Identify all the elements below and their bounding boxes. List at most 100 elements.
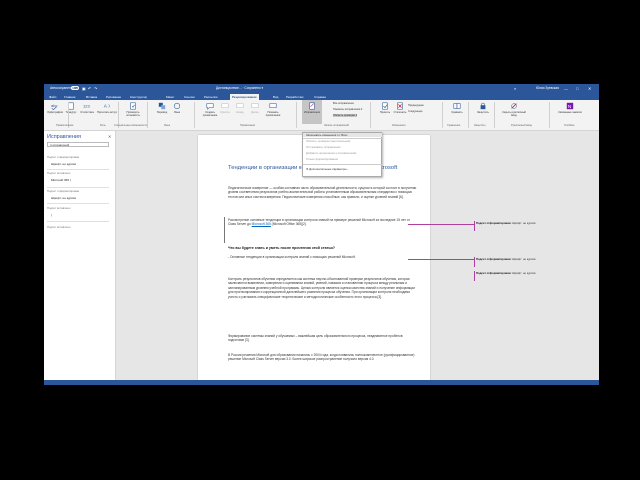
divider [47,169,109,170]
revision-item[interactable]: Подсет отформатирован Шрифт: не курсив [47,155,109,166]
hide-ink-button[interactable]: Скрыть рукописный ввод [499,102,529,117]
redo-icon[interactable]: ↷ [94,86,97,91]
tab-file[interactable]: Файл [49,95,56,99]
ribbon-separator [468,102,469,128]
autosave-toggle[interactable]: Откл [71,86,79,91]
paragraph: Педагогическое измерение — особая состав… [228,186,417,199]
maximize-button[interactable]: □ [576,86,578,91]
group-language: Язык [164,124,171,127]
reviewing-pane-menu[interactable]: Область проверки ▾ [333,114,358,117]
group-tracking: Запись исправлений [324,124,349,127]
word-count-button[interactable]: 123 Статистика [76,102,98,114]
dropdown-item-track[interactable]: Отслеживать исправления [306,145,341,149]
dropdown-item-format[interactable]: Только форматирование [306,157,338,161]
linked-notes-button[interactable]: N Связанные заметки [556,102,584,114]
balloon-bar [474,257,475,267]
search-icon[interactable]: ⌕ [514,86,516,91]
paragraph: Формирование системы знаний у обучаемых … [228,334,403,343]
group-compare: Сравнение [447,124,461,127]
check-accessibility-button[interactable]: Проверить читаемость [122,102,144,117]
ribbon-review: abc Орфография Тезаурус 123 Статистика A… [44,100,599,131]
revision-item[interactable]: Подсет отформатирован Шрифт: не курсив [47,189,109,200]
group-proofing: Правописание [56,124,74,127]
language-button[interactable]: Язык [166,102,188,114]
close-button[interactable]: ✕ [588,86,591,91]
paragraph: В Россия решения Microsoft для образован… [228,353,415,362]
compare-icon [453,103,461,109]
paragraph: Рассмотрение основные тенденции в органи… [228,218,410,227]
svg-text:123: 123 [83,104,90,109]
close-icon[interactable]: ✕ [108,134,111,139]
group-ink: Рукописный ввод [511,124,532,127]
tab-help[interactable]: Справка [314,95,326,99]
paragraph: - Основные тенденции в организации контр… [228,255,356,259]
balloon-format[interactable]: Подсет отформатирован: Шрифт: не курсив [476,221,576,225]
track-changes-dropdown: Записывать изменения от: Всех Область пр… [302,132,382,177]
markup-select[interactable]: Все исправления [333,102,354,105]
balloon-format[interactable]: Подсет отформатирован: Шрифт: не курсив [476,257,576,261]
group-accessibility: Специальные возможности [114,124,148,127]
balloon-bar [474,221,475,231]
accept-icon [382,102,388,110]
track-changes-button[interactable]: Исправления [302,100,322,124]
word-count-icon: 123 [83,104,90,109]
dropdown-item-more[interactable]: ⚙ Дополнительные параметры... [306,167,349,171]
revision-item[interactable]: Подсет вставлено [47,225,109,229]
tab-layout[interactable]: Макет [166,95,175,99]
revisions-filter[interactable]: 4 исправлений [47,142,109,147]
tab-design[interactable]: Конструктор [130,95,147,99]
tab-draw[interactable]: Рисование [106,95,121,99]
compare-button[interactable]: Сравнить [446,102,468,114]
ribbon-tabs: Файл Главная Вставка Рисование Конструкт… [44,93,599,100]
group-speech: Речь [100,124,106,127]
balloon-format[interactable]: Подсет отформатирован: Шрифт: не курсив [476,271,576,275]
lock-icon [480,102,486,110]
reject-icon [397,102,403,110]
hide-ink-icon [511,103,517,109]
tab-view[interactable]: Вид [273,95,278,99]
undo-icon[interactable]: ↶ [88,86,91,91]
tab-developer[interactable]: Разработчик [286,95,304,99]
previous-comment-icon [236,103,244,108]
word-window: Автосохранение Откл ▣ ↶ ↷ Дистанционное.… [44,84,599,385]
ribbon-separator [296,102,297,128]
save-icon[interactable]: ▣ [82,86,86,91]
read-aloud-button[interactable]: A Прочитать вслух [96,102,118,114]
protect-button[interactable]: Защитить [472,102,494,114]
ribbon-separator [549,102,550,128]
group-changes: Изменения [392,124,406,127]
show-comments-icon [269,103,277,108]
balloon-connector [408,259,474,260]
translate-icon [158,102,166,110]
tab-references[interactable]: Ссылки [184,95,195,99]
tab-insert[interactable]: Вставка [86,95,97,99]
microsoft-365-link[interactable]: Microsoft 365 [252,222,271,226]
dropdown-item-pane[interactable]: Область проверки (вертикальная) [306,139,350,143]
status-bar [44,380,599,385]
spelling-icon: abc [51,103,57,110]
read-aloud-icon: A [104,104,110,110]
balloon-connector [408,224,474,225]
minimize-button[interactable]: — [564,86,568,91]
tab-home[interactable]: Главная [64,95,75,99]
user-name[interactable]: Юлия Зуевская [536,86,559,90]
tab-mailings[interactable]: Рассылки [204,95,217,99]
revision-item[interactable]: Подсет вставлено ) [47,206,109,217]
section-question: Что вы будете знать и уметь после прочте… [228,246,335,250]
pane-title: Исправления [47,134,81,140]
next-change-button[interactable]: Следующее [408,110,423,113]
reviewing-pane: Исправления ✕ 4 исправлений Подсет отфор… [44,131,116,380]
dropdown-item-comments[interactable]: Добавить примечания к исправлениям [306,151,356,155]
revision-item[interactable]: Подсет вставлено Microsoft 365 ( [47,171,109,182]
divider [303,164,382,165]
divider [47,221,109,222]
delete-comment-icon [221,103,229,108]
accessibility-icon [130,102,136,110]
show-markup-menu[interactable]: Показать исправления ▾ [333,108,362,111]
previous-change-button[interactable]: Предыдущее [408,104,424,107]
change-bar [224,217,225,243]
document-title[interactable]: Дистанционное... · Сохранено ▾ [216,86,263,90]
show-comments-button[interactable]: Показать примечания [262,102,284,117]
language-icon [173,102,181,110]
title-bar: Автосохранение Откл ▣ ↶ ↷ Дистанционное.… [44,84,599,93]
